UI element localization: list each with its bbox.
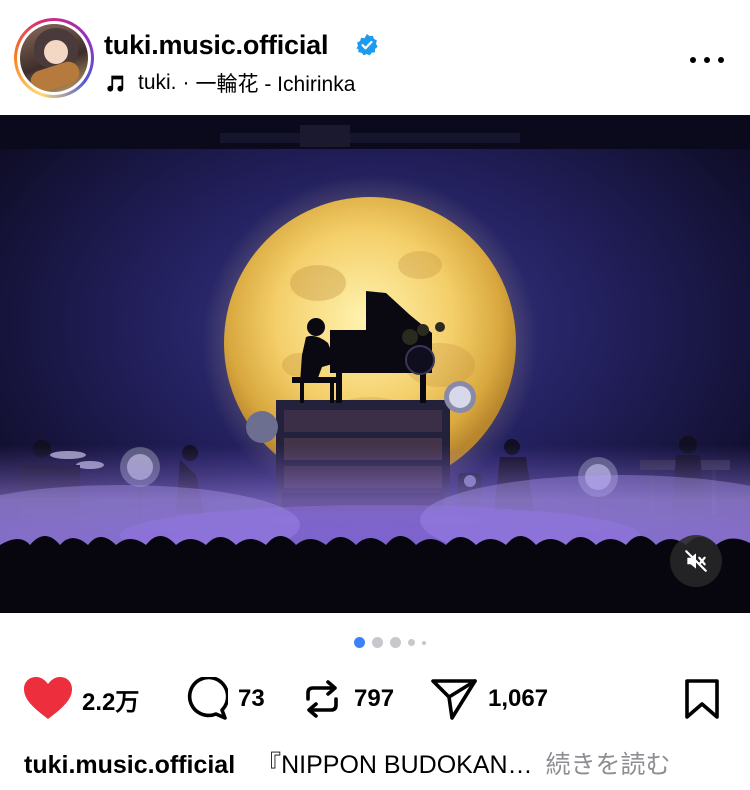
carousel-dot (390, 637, 401, 648)
carousel-dot (372, 637, 383, 648)
carousel-indicator (0, 637, 750, 648)
mute-toggle-button[interactable] (670, 535, 722, 587)
verified-badge-icon (356, 34, 378, 56)
like-count: 2.2万 (82, 688, 140, 716)
heart-filled-icon (24, 677, 72, 719)
music-track: 一輪花 - Ichirinka (195, 73, 356, 96)
caption-text: 『NIPPON BUDOKAN… (256, 751, 533, 779)
carousel-dot-active (354, 637, 365, 648)
repost-count: 797 (354, 685, 395, 712)
more-horizontal-icon (690, 57, 696, 63)
bookmark-icon[interactable] (684, 678, 720, 720)
post-actions: 2.2万 73 797 1,067 (0, 672, 750, 726)
share-paper-plane-icon (431, 679, 477, 720)
share-count: 1,067 (488, 685, 549, 712)
music-note-icon (107, 75, 124, 92)
music-artist: tuki. (138, 71, 177, 94)
music-attribution[interactable]: tuki. · 一輪花 - Ichirinka (104, 68, 355, 98)
caption-username[interactable]: tuki.music.official (24, 751, 235, 779)
carousel-dot (422, 640, 426, 645)
post-header: tuki.music.official tuki. · 一輪花 - Ichiri… (0, 0, 750, 115)
comment-count: 73 (238, 685, 265, 712)
avatar (20, 24, 88, 92)
repost-button[interactable]: 797 (300, 672, 394, 726)
comment-bubble-icon (187, 677, 228, 720)
share-button[interactable]: 1,067 (430, 672, 548, 726)
more-options-button[interactable] (690, 48, 724, 72)
speaker-muted-icon (685, 550, 707, 572)
comment-button[interactable]: 73 (184, 672, 265, 726)
read-more-link[interactable]: 続きを読む (546, 751, 671, 779)
post-media[interactable] (0, 115, 750, 613)
repost-icon (306, 680, 338, 718)
avatar-story-ring[interactable] (14, 18, 94, 98)
carousel-dot (408, 639, 415, 646)
music-separator: · (182, 71, 190, 94)
post-username[interactable]: tuki.music.official (104, 30, 328, 61)
concert-photo (0, 115, 750, 613)
like-button[interactable]: 2.2万 (24, 672, 139, 726)
post-caption: tuki.music.official 『NIPPON BUDOKAN… 続きを… (24, 745, 724, 781)
